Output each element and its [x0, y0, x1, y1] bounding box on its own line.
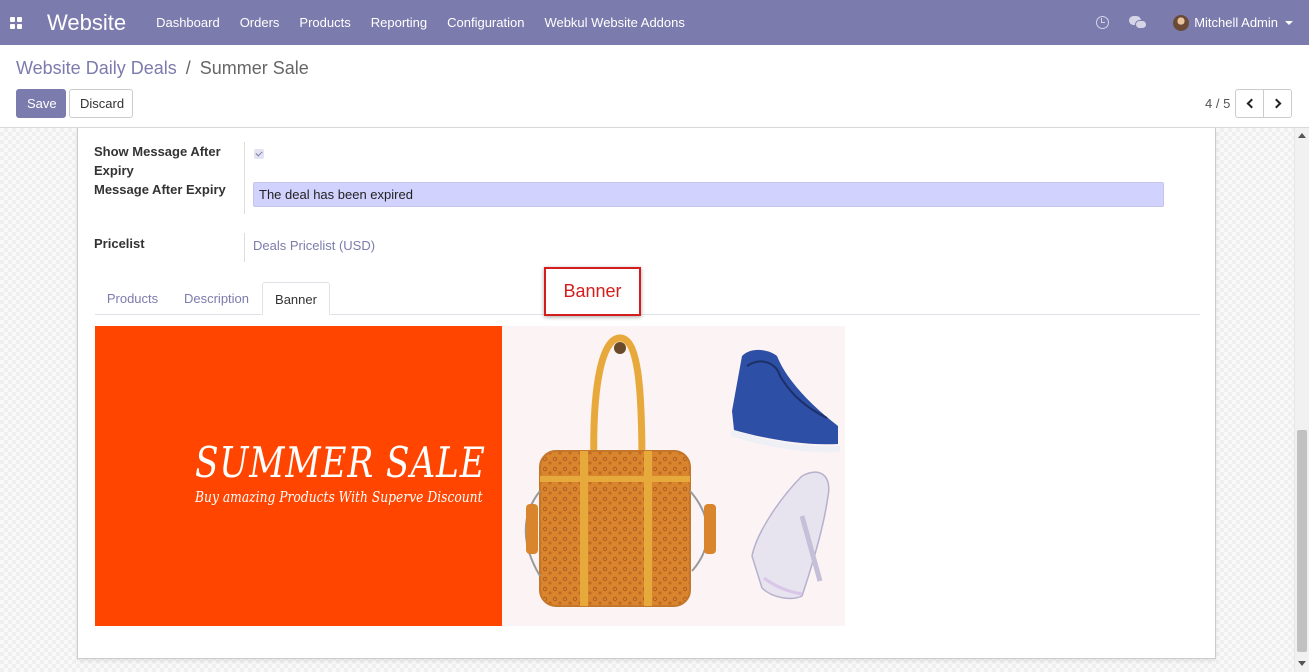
message-after-expiry-label: Message After Expiry	[94, 182, 226, 197]
sneakers-icon	[730, 349, 840, 453]
menu-item-reporting[interactable]: Reporting	[361, 0, 437, 45]
pricelist-link[interactable]: Deals Pricelist (USD)	[253, 238, 375, 253]
banner-title: SUMMER SALE	[195, 438, 486, 487]
tab-description[interactable]: Description	[172, 282, 261, 315]
breadcrumb: Website Daily Deals / Summer Sale	[16, 58, 309, 79]
message-after-expiry-input[interactable]	[253, 182, 1164, 207]
tab-banner[interactable]: Banner	[262, 282, 330, 315]
annotation-callout: Banner	[544, 267, 641, 316]
avatar[interactable]	[1173, 14, 1190, 31]
caret-down-icon[interactable]	[1285, 20, 1293, 25]
handbag-icon	[524, 334, 716, 607]
app-name[interactable]: Website	[47, 10, 126, 36]
pager-previous-button[interactable]	[1235, 89, 1264, 118]
tab-products[interactable]: Products	[96, 282, 169, 315]
pager-next-button[interactable]	[1263, 89, 1292, 118]
pricelist-label: Pricelist	[94, 236, 145, 251]
banner-products-panel	[502, 326, 845, 626]
user-name[interactable]: Mitchell Admin	[1194, 15, 1278, 30]
scrollbar-thumb[interactable]	[1297, 430, 1307, 652]
chevron-right-icon	[1271, 98, 1281, 109]
pager-value: 4 / 5	[1205, 96, 1231, 111]
banner-products-illustration	[524, 334, 840, 607]
menu-item-webkul-addons[interactable]: Webkul Website Addons	[534, 0, 694, 45]
banner-left-panel: SUMMER SALE Buy amazing Products With Su…	[95, 326, 502, 626]
breadcrumb-parent[interactable]: Website Daily Deals	[16, 58, 177, 78]
field-separator	[244, 233, 245, 262]
save-button[interactable]: Save	[16, 89, 66, 118]
menu-item-products[interactable]: Products	[289, 0, 360, 45]
show-message-checkbox[interactable]	[254, 149, 264, 159]
chevron-left-icon	[1246, 98, 1256, 109]
high-heels-icon	[751, 471, 830, 600]
navbar-right: Mitchell Admin	[1096, 0, 1293, 45]
scrollbar[interactable]	[1294, 128, 1309, 672]
menu-item-configuration[interactable]: Configuration	[437, 0, 534, 45]
clock-icon[interactable]	[1096, 16, 1110, 29]
breadcrumb-separator: /	[185, 58, 191, 78]
main-menu: Dashboard Orders Products Reporting Conf…	[146, 0, 695, 45]
menu-item-dashboard[interactable]: Dashboard	[146, 0, 230, 45]
banner-subtitle: Buy amazing Products With Superve Discou…	[195, 488, 483, 506]
top-navbar: Website Dashboard Orders Products Report…	[0, 0, 1309, 45]
apps-menu-icon[interactable]	[10, 16, 22, 29]
scroll-down-arrow-icon[interactable]	[1298, 661, 1306, 666]
scroll-up-arrow-icon[interactable]	[1298, 133, 1306, 138]
field-separator	[244, 142, 245, 214]
banner-image[interactable]: SUMMER SALE Buy amazing Products With Su…	[95, 326, 845, 626]
control-panel: Website Daily Deals / Summer Sale Save D…	[0, 45, 1309, 128]
discard-button[interactable]: Discard	[69, 89, 133, 118]
chat-icon[interactable]	[1129, 16, 1148, 29]
breadcrumb-current: Summer Sale	[199, 58, 309, 78]
menu-item-orders[interactable]: Orders	[230, 0, 290, 45]
show-message-label: Show Message After Expiry	[94, 144, 221, 178]
